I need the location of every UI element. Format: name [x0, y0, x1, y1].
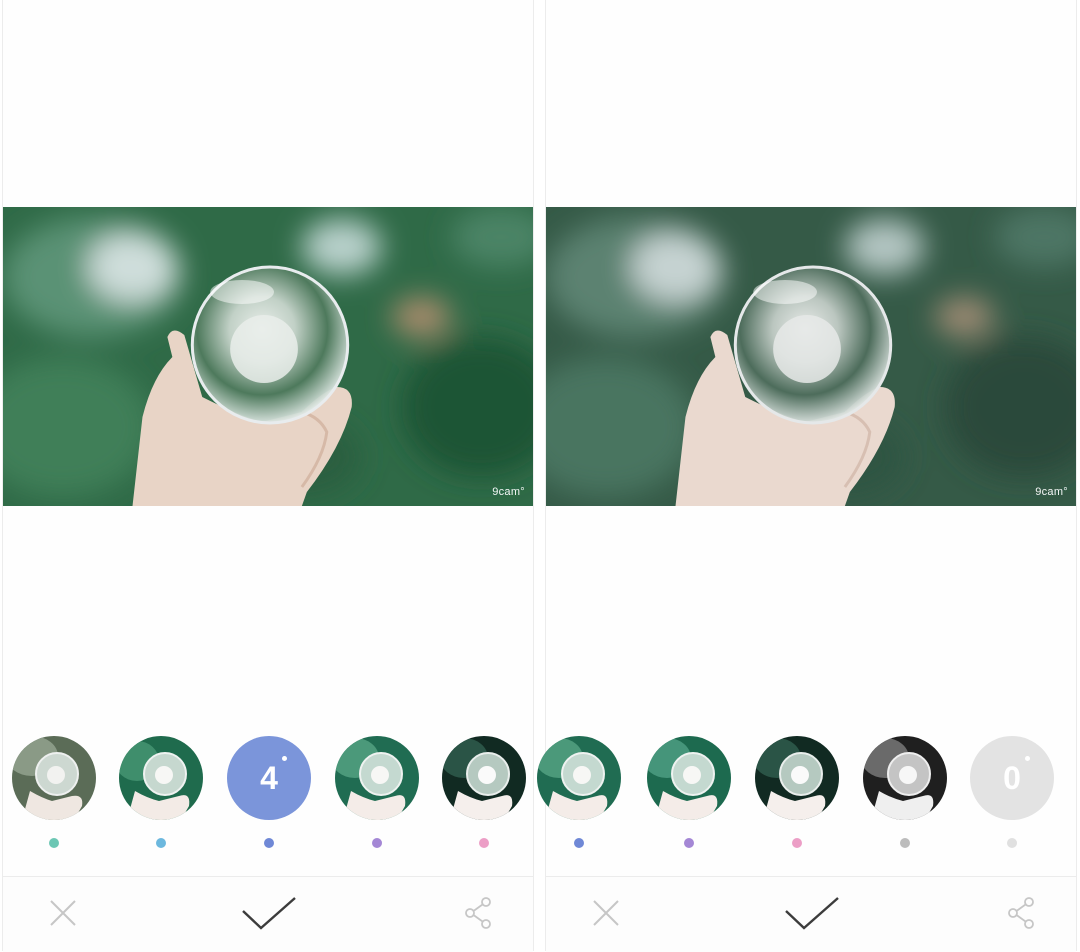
- filter-option[interactable]: [118, 735, 204, 855]
- watermark-label: 9cam°: [492, 486, 525, 498]
- photo-preview: 9cam°: [3, 207, 533, 506]
- thumbnail-image: [119, 736, 203, 820]
- filter-color-dot: [156, 838, 166, 848]
- close-icon: [593, 900, 619, 926]
- thumbnail-image: [442, 736, 526, 820]
- filter-thumbnail[interactable]: [863, 736, 947, 820]
- filter-option[interactable]: [754, 735, 840, 855]
- filter-thumbnail[interactable]: [119, 736, 203, 820]
- filter-option[interactable]: [441, 735, 527, 855]
- thumbnail-image: [12, 736, 96, 820]
- bottom-toolbar: [546, 876, 1076, 952]
- filter-color-dot: [684, 838, 694, 848]
- bottom-toolbar: [3, 876, 533, 952]
- thumbnail-image: [537, 736, 621, 820]
- filter-option[interactable]: [862, 735, 948, 855]
- filter-strength-value: 4: [260, 755, 287, 797]
- filter-strip[interactable]: 0: [537, 735, 1076, 855]
- filter-thumbnail[interactable]: [537, 736, 621, 820]
- filter-thumbnail[interactable]: [335, 736, 419, 820]
- cancel-button[interactable]: [584, 891, 628, 935]
- photo-preview: 9cam°: [546, 207, 1076, 506]
- check-icon: [785, 897, 839, 930]
- filter-thumbnail[interactable]: [647, 736, 731, 820]
- filter-option[interactable]: [334, 735, 420, 855]
- degree-mark: [281, 755, 287, 761]
- thumbnail-image: [647, 736, 731, 820]
- share-icon: [465, 897, 491, 929]
- filter-option-selected[interactable]: 4: [226, 735, 312, 855]
- confirm-button[interactable]: [782, 891, 842, 935]
- thumbnail-image: [755, 736, 839, 820]
- cancel-button[interactable]: [41, 891, 85, 935]
- photo-image: [3, 207, 533, 506]
- share-button[interactable]: [1000, 891, 1044, 935]
- filter-option-inactive[interactable]: 0: [969, 735, 1055, 855]
- filter-thumbnail[interactable]: [755, 736, 839, 820]
- filter-color-dot: [1007, 838, 1017, 848]
- filter-strip[interactable]: 4: [3, 735, 533, 855]
- filter-color-dot: [900, 838, 910, 848]
- thumbnail-image: [863, 736, 947, 820]
- thumbnail-image: [335, 736, 419, 820]
- filter-option[interactable]: [11, 735, 97, 855]
- filter-color-dot: [479, 838, 489, 848]
- watermark-label: 9cam°: [1035, 486, 1068, 498]
- share-icon: [1008, 897, 1034, 929]
- filter-inactive-indicator[interactable]: 0: [970, 736, 1054, 820]
- check-icon: [242, 897, 296, 930]
- confirm-button[interactable]: [239, 891, 299, 935]
- filter-thumbnail[interactable]: [442, 736, 526, 820]
- filter-selected-indicator[interactable]: 4: [227, 736, 311, 820]
- filter-option[interactable]: [536, 735, 622, 855]
- filter-color-dot: [264, 838, 274, 848]
- close-icon: [50, 900, 76, 926]
- degree-mark: [1024, 755, 1030, 761]
- filter-option[interactable]: [646, 735, 732, 855]
- editor-screen-left: 9cam° 4: [2, 0, 534, 952]
- share-button[interactable]: [457, 891, 501, 935]
- filter-color-dot: [372, 838, 382, 848]
- editor-screen-right: 9cam° 0: [537, 0, 1077, 952]
- filter-thumbnail[interactable]: [12, 736, 96, 820]
- filter-color-dot: [49, 838, 59, 848]
- filter-color-dot: [792, 838, 802, 848]
- filter-color-dot: [574, 838, 584, 848]
- filter-strength-value: 0: [1003, 755, 1030, 797]
- photo-image: [546, 207, 1076, 506]
